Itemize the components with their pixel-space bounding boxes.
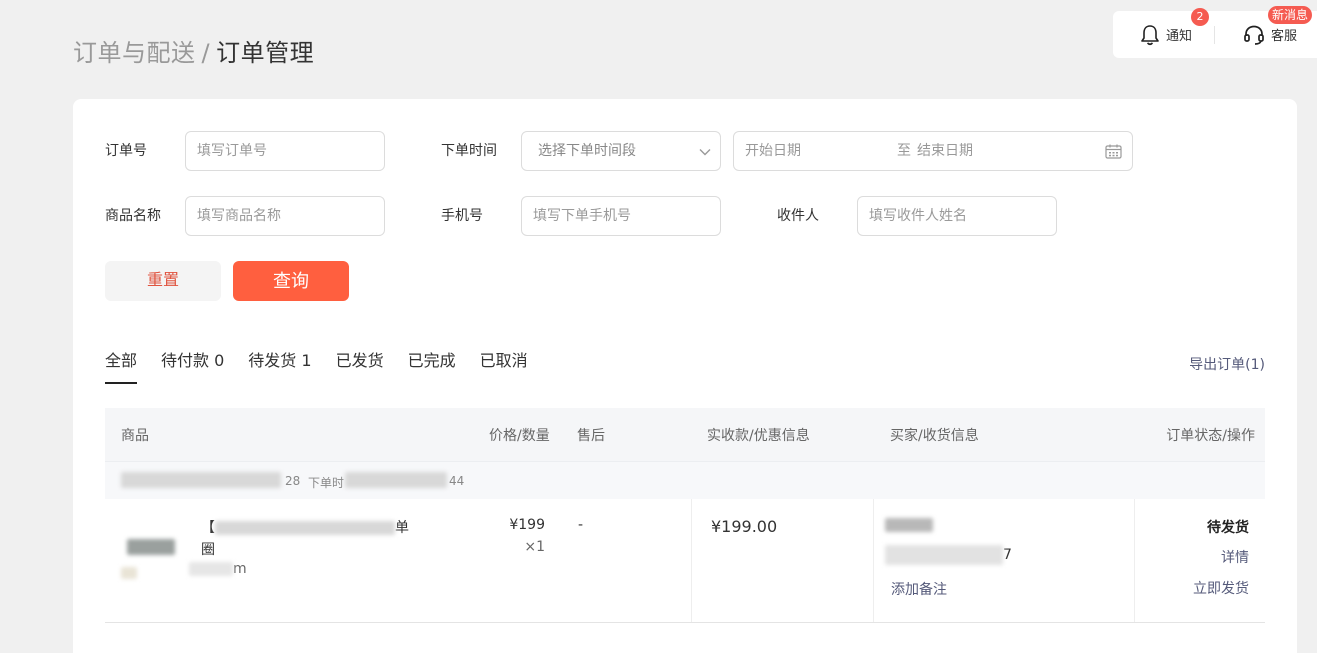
order-no-input[interactable] — [185, 131, 385, 171]
date-range-separator: 至 — [897, 143, 911, 159]
breadcrumb-parent[interactable]: 订单与配送 — [73, 39, 196, 67]
order-no-suffix: 28 — [285, 474, 301, 488]
order-time-label: 下单时间 — [441, 143, 497, 159]
add-note-link[interactable]: 添加备注 — [891, 579, 947, 599]
phone-input[interactable] — [521, 196, 721, 236]
order-status: 待发货 — [1207, 520, 1249, 536]
header-price-qty: 价格/数量 — [489, 428, 550, 444]
order-no-label: 订单号 — [105, 143, 147, 159]
product-name-label: 商品名称 — [105, 208, 161, 224]
phone-label: 手机号 — [441, 208, 483, 224]
product-thumbnail[interactable] — [119, 517, 187, 583]
notification-count-badge: 2 — [1191, 7, 1209, 26]
headset-icon — [1244, 25, 1264, 45]
chevron-down-icon — [699, 149, 711, 156]
tab-shipped[interactable]: 已发货 — [336, 347, 384, 384]
end-date-field[interactable]: 结束日期 — [917, 132, 973, 170]
header-after-sale: 售后 — [577, 428, 605, 444]
topbar: 通知 2 客服 新消息 — [1113, 5, 1317, 58]
customer-service-button[interactable]: 客服 新消息 — [1243, 5, 1313, 46]
start-date-field[interactable]: 开始日期 — [745, 132, 801, 170]
order-status-tabs: 全部 待付款 0 待发货 1 已发货 已完成 已取消 — [105, 347, 552, 384]
product-title-redacted — [215, 521, 395, 535]
customer-service-label: 客服 — [1271, 29, 1298, 44]
order-no-redacted — [121, 472, 281, 488]
page-title: 订单管理 — [216, 39, 315, 67]
column-divider — [873, 499, 874, 622]
column-divider — [1134, 499, 1135, 622]
tab-completed[interactable]: 已完成 — [408, 347, 456, 384]
calendar-icon — [1105, 144, 1122, 159]
buyer-phone: 7 — [885, 545, 1012, 565]
buyer-name — [885, 517, 933, 533]
product-quantity: ×1 — [524, 539, 545, 555]
header-paid-discount: 实收款/优惠信息 — [707, 428, 810, 444]
bell-icon — [1141, 24, 1159, 45]
search-button[interactable]: 查询 — [233, 261, 349, 301]
orders-table: 商品 价格/数量 售后 实收款/优惠信息 买家/收货信息 订单状态/操作 28 … — [105, 408, 1265, 623]
date-range-picker[interactable]: 开始日期 至 结束日期 — [733, 131, 1133, 171]
header-product: 商品 — [121, 428, 149, 444]
notification-label: 通知 — [1166, 29, 1193, 44]
product-spec: m — [189, 561, 247, 577]
order-time-select-value: 选择下单时间段 — [538, 143, 636, 159]
tab-cancelled[interactable]: 已取消 — [480, 347, 528, 384]
export-orders-link[interactable]: 导出订单(1) — [1189, 354, 1265, 374]
product-name-input[interactable] — [185, 196, 385, 236]
topbar-divider — [1214, 25, 1216, 44]
order-time-redacted — [345, 472, 447, 488]
breadcrumb-separator: / — [201, 39, 211, 67]
paid-amount: ¥199.00 — [711, 517, 778, 536]
product-price: ¥199 — [509, 517, 545, 533]
column-divider — [691, 499, 692, 622]
order-detail-link[interactable]: 详情 — [1221, 547, 1249, 567]
order-time-select[interactable]: 选择下单时间段 — [521, 131, 721, 171]
notification-button[interactable]: 通知 2 — [1140, 7, 1209, 46]
table-row: 【单 圈 m ¥199 ×1 - ¥199.00 7 添加备注 待发货 详情 立… — [105, 499, 1265, 623]
table-header: 商品 价格/数量 售后 实收款/优惠信息 买家/收货信息 订单状态/操作 — [105, 408, 1265, 461]
tab-pending-payment[interactable]: 待付款 0 — [161, 347, 224, 384]
order-time-suffix: 44 — [449, 474, 465, 488]
receiver-label: 收件人 — [777, 208, 819, 224]
header-status-actions: 订单状态/操作 — [1166, 428, 1255, 444]
product-title[interactable]: 【单 圈 — [201, 517, 411, 561]
reset-button[interactable]: 重置 — [105, 261, 221, 301]
order-management-card: 订单号 下单时间 选择下单时间段 开始日期 至 结束日期 商品名称 手机号 收件… — [73, 99, 1297, 653]
after-sale-status: - — [578, 517, 584, 533]
receiver-input[interactable] — [857, 196, 1057, 236]
order-time-label-text: 下单时 — [308, 476, 345, 490]
tab-all[interactable]: 全部 — [105, 347, 138, 384]
tab-pending-shipment[interactable]: 待发货 1 — [248, 347, 311, 384]
header-buyer-info: 买家/收货信息 — [890, 428, 979, 444]
ship-now-link[interactable]: 立即发货 — [1193, 578, 1249, 598]
order-info-bar: 28 下单时 44 — [105, 461, 1265, 499]
breadcrumb: 订单与配送 / 订单管理 — [73, 33, 314, 68]
new-message-badge: 新消息 — [1268, 5, 1313, 24]
